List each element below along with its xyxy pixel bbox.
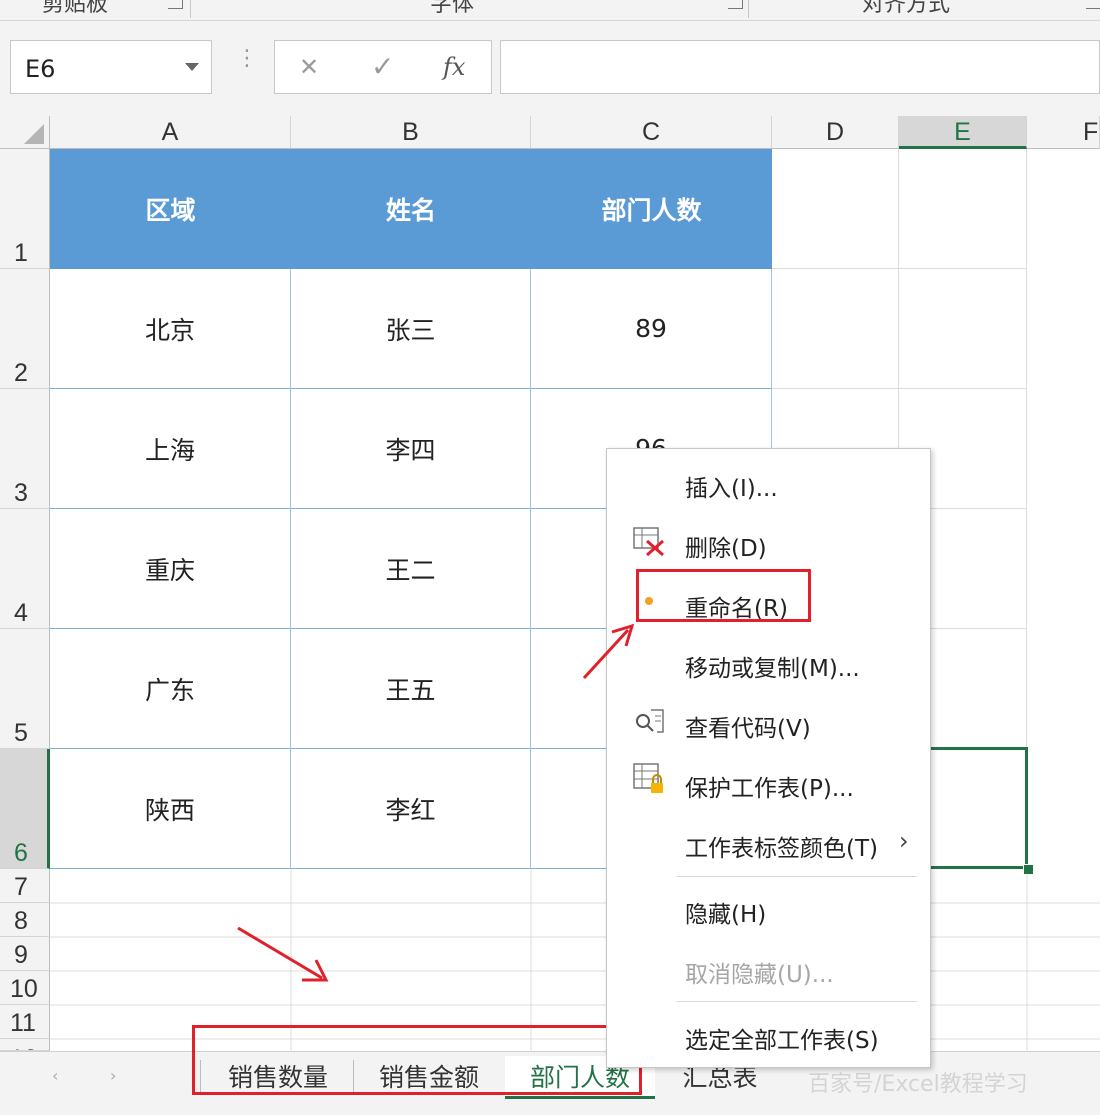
row-header-3[interactable]: 3 bbox=[0, 389, 50, 509]
column-header-f-label: F bbox=[1083, 118, 1099, 146]
row-header-label: 8 bbox=[14, 907, 28, 935]
ribbon-group-font: 字体 bbox=[430, 0, 475, 17]
column-header-b[interactable]: B bbox=[291, 116, 531, 149]
row-header-2[interactable]: 2 bbox=[0, 269, 50, 389]
table-cell[interactable]: 陕西 bbox=[50, 749, 291, 869]
row-header-label: 10 bbox=[10, 975, 38, 1003]
row-header-4[interactable]: 4 bbox=[0, 509, 50, 629]
name-box-value: E6 bbox=[25, 55, 56, 83]
table-cell[interactable]: 89 bbox=[531, 269, 772, 389]
delete-sheet-icon bbox=[633, 527, 664, 557]
row-header-1[interactable]: 1 bbox=[0, 149, 50, 269]
row-header-label: 11 bbox=[10, 1009, 36, 1037]
row-header-label: 1 bbox=[14, 239, 28, 267]
cancel-icon[interactable]: ✕ bbox=[299, 53, 319, 81]
ribbon-group-alignment: 对齐方式 bbox=[862, 0, 951, 17]
row-header-12[interactable]: 12 bbox=[0, 1039, 50, 1051]
more-options-icon[interactable]: ⋮ bbox=[236, 48, 258, 84]
menu-item-unhide: 取消隐藏(U)... bbox=[685, 962, 834, 988]
column-header-d[interactable]: D bbox=[772, 116, 899, 149]
menu-item-protect-sheet[interactable]: 保护工作表(P)... bbox=[685, 769, 854, 803]
table-cell[interactable]: 北京 bbox=[50, 269, 291, 389]
empty-cell[interactable] bbox=[899, 149, 1027, 269]
rename-highlight-box bbox=[636, 569, 811, 622]
view-code-icon bbox=[636, 709, 664, 733]
select-all-triangle-icon bbox=[24, 124, 44, 144]
select-all-corner[interactable] bbox=[0, 116, 50, 149]
table-header-headcount[interactable]: 部门人数 bbox=[531, 149, 772, 269]
row-header-label: 3 bbox=[14, 479, 28, 507]
font-launcher-icon[interactable] bbox=[728, 0, 743, 9]
enter-icon[interactable]: ✓ bbox=[371, 50, 394, 83]
table-cell[interactable]: 李红 bbox=[291, 749, 531, 869]
ribbon-separator bbox=[748, 0, 749, 18]
protect-sheet-icon bbox=[633, 763, 663, 793]
menu-item-hide[interactable]: 隐藏(H) bbox=[685, 895, 766, 929]
column-header-a[interactable]: A bbox=[50, 116, 291, 149]
table-cell[interactable]: 王二 bbox=[291, 509, 531, 629]
context-menu: 插入(I)... 删除(D) 重命名(R) 移动或复制(M)... 查看代码(V… bbox=[606, 448, 931, 1068]
row-header-8[interactable]: 8 bbox=[0, 903, 50, 937]
empty-cell[interactable] bbox=[899, 269, 1027, 389]
ribbon-separator bbox=[190, 0, 191, 18]
row-header-9[interactable]: 9 bbox=[0, 937, 50, 971]
menu-item-insert[interactable]: 插入(I)... bbox=[685, 469, 778, 503]
empty-cell[interactable] bbox=[772, 269, 899, 389]
table-header-name[interactable]: 姓名 bbox=[291, 149, 531, 269]
scroll-right-icon[interactable]: › bbox=[110, 1066, 116, 1085]
row-header-label: 5 bbox=[14, 719, 28, 747]
menu-separator bbox=[677, 876, 917, 877]
table-cell[interactable]: 张三 bbox=[291, 269, 531, 389]
table-cell[interactable]: 李四 bbox=[291, 389, 531, 509]
tabs-highlight-box bbox=[192, 1025, 642, 1095]
formula-input[interactable] bbox=[500, 40, 1100, 94]
clipboard-launcher-icon[interactable] bbox=[168, 0, 183, 9]
row-header-label: 4 bbox=[14, 599, 28, 627]
menu-item-move-copy[interactable]: 移动或复制(M)... bbox=[685, 649, 860, 683]
row-header-10[interactable]: 10 bbox=[0, 971, 50, 1005]
ribbon-strip: 剪贴板 字体 对齐方式 bbox=[0, 0, 1100, 21]
watermark: 百家号/Excel教程学习 bbox=[808, 1072, 1028, 1097]
menu-item-select-all-sheets[interactable]: 选定全部工作表(S) bbox=[685, 1021, 879, 1055]
table-cell[interactable]: 广东 bbox=[50, 629, 291, 749]
row-header-label: 6 bbox=[14, 839, 28, 867]
column-header-f[interactable]: F bbox=[1027, 116, 1100, 149]
chevron-down-icon[interactable] bbox=[185, 63, 199, 71]
chevron-right-icon: › bbox=[899, 827, 909, 855]
alignment-launcher-icon[interactable] bbox=[1086, 0, 1100, 9]
menu-item-tab-color[interactable]: 工作表标签颜色(T) bbox=[685, 829, 878, 863]
row-header-6[interactable]: 6 bbox=[0, 749, 50, 869]
row-header-label: 7 bbox=[14, 873, 28, 901]
row-header-5[interactable]: 5 bbox=[0, 629, 50, 749]
empty-cell[interactable] bbox=[772, 149, 899, 269]
insert-function-icon[interactable]: fx bbox=[443, 53, 465, 81]
column-header-e[interactable]: E bbox=[899, 116, 1027, 149]
row-header-label: 9 bbox=[14, 941, 28, 969]
scroll-left-icon[interactable]: ‹ bbox=[52, 1066, 58, 1085]
column-header-c[interactable]: C bbox=[531, 116, 772, 149]
fill-handle[interactable] bbox=[1023, 864, 1034, 875]
menu-item-view-code[interactable]: 查看代码(V) bbox=[685, 709, 811, 743]
table-header-region[interactable]: 区域 bbox=[50, 149, 291, 269]
table-cell[interactable]: 王五 bbox=[291, 629, 531, 749]
table-cell[interactable]: 上海 bbox=[50, 389, 291, 509]
menu-item-delete[interactable]: 删除(D) bbox=[685, 529, 767, 563]
grid-lines bbox=[50, 869, 1100, 1051]
formula-buttons: ✕ ✓ fx bbox=[274, 40, 492, 94]
row-header-11[interactable]: 11 bbox=[0, 1005, 50, 1039]
table-cell[interactable]: 重庆 bbox=[50, 509, 291, 629]
ribbon-group-clipboard: 剪贴板 bbox=[42, 0, 109, 17]
row-header-7[interactable]: 7 bbox=[0, 869, 50, 903]
name-box[interactable]: E6 bbox=[10, 40, 212, 94]
row-header-label: 2 bbox=[14, 359, 28, 387]
menu-separator bbox=[677, 1001, 917, 1002]
